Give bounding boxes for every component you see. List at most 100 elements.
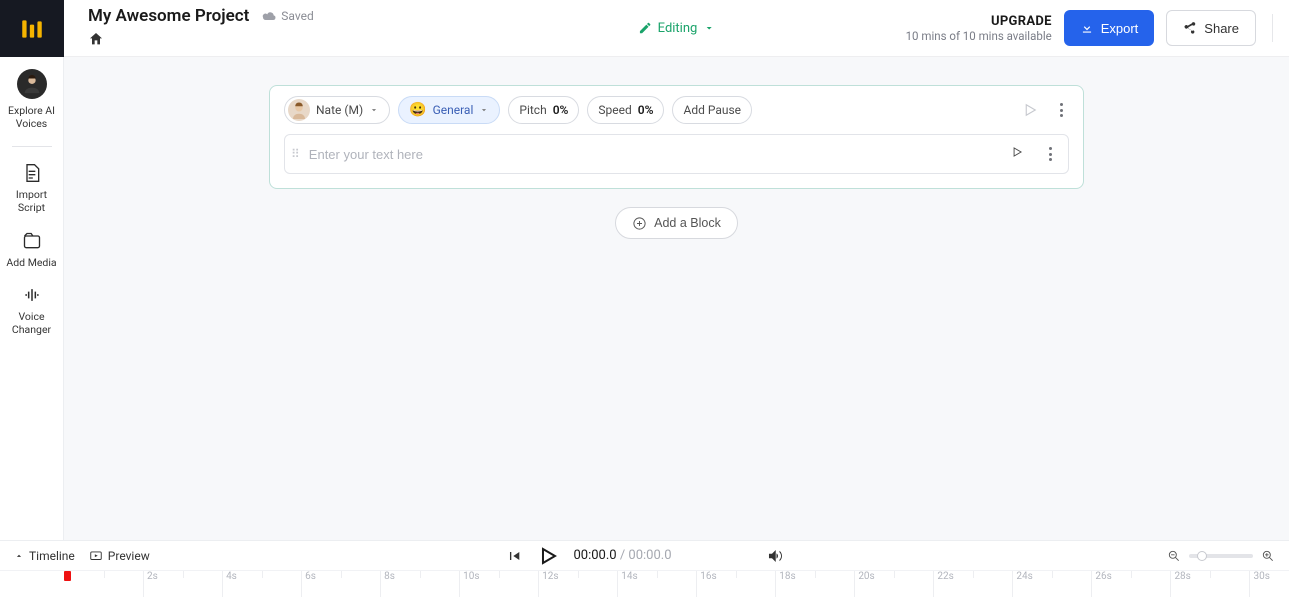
export-label: Export [1101,21,1139,36]
preview-toggle[interactable]: Preview [89,549,150,563]
chevron-down-icon [479,105,489,115]
sidebar-label-explore: Explore AI Voices [4,104,60,130]
ruler-tick: 10s [459,571,479,597]
voice-changer-icon [22,285,42,305]
row-play-button[interactable] [1010,145,1024,163]
ruler-tick: 16s [696,571,716,597]
mode-selector[interactable]: Editing [638,21,716,36]
playhead[interactable] [64,571,71,581]
transport-controls: 00:00.0 / 00:00.0 [505,544,783,568]
add-pause-label: Add Pause [683,103,741,117]
sidebar-item-import[interactable]: Import Script [4,163,60,214]
zoom-controls [1167,549,1275,563]
block-controls: Nate (M) 😀 General Pitch 0% Speed 0% Add… [284,96,1069,124]
block-menu-button[interactable] [1053,101,1069,119]
logo-cell[interactable] [0,0,64,57]
download-icon [1080,21,1094,35]
script-icon [22,163,42,183]
upgrade-title: UPGRADE [906,14,1052,29]
time-display: 00:00.0 / 00:00.0 [573,548,671,563]
ruler-tick: 18s [775,571,795,597]
ruler-tick: 2s [143,571,158,597]
media-icon [22,231,42,251]
ruler-minor-tick [1052,571,1056,578]
ruler-minor-tick [420,571,424,578]
emotion-selector[interactable]: 😀 General [398,96,500,124]
export-button[interactable]: Export [1064,10,1155,46]
sidebar-label-media: Add Media [6,256,56,269]
sidebar: Explore AI Voices Import Script Add Medi… [0,57,64,597]
preview-label: Preview [108,549,150,563]
zoom-thumb[interactable] [1197,551,1207,561]
emoji-icon: 😀 [409,103,426,117]
ruler-minor-tick [973,571,977,578]
add-block-button[interactable]: Add a Block [615,207,738,239]
saved-indicator: Saved [261,9,313,23]
ruler-tick: 8s [380,571,395,597]
ruler-tick: 4s [222,571,237,597]
ruler-tick: 6s [301,571,316,597]
transport-row: Timeline Preview 00:00.0 / 00:00.0 [0,541,1289,571]
add-pause-button[interactable]: Add Pause [672,96,752,124]
time-total: 00:00.0 [628,548,671,563]
sidebar-item-media[interactable]: Add Media [4,231,60,269]
ruler-minor-tick [578,571,582,578]
skip-start-icon[interactable] [505,548,521,564]
pencil-icon [638,21,652,35]
ruler-minor-tick [262,571,266,578]
drag-handle-icon[interactable]: ⠿ [291,147,301,161]
cloud-icon [261,10,277,22]
play-button[interactable] [535,544,559,568]
zoom-out-icon[interactable] [1167,549,1181,563]
voice-selector[interactable]: Nate (M) [284,96,390,124]
ruler-minor-tick [815,571,819,578]
pitch-control[interactable]: Pitch 0% [508,96,579,124]
timeline-ruler[interactable]: 2s4s6s8s10s12s14s16s18s20s22s24s26s28s30… [0,571,1289,597]
header-separator [1272,14,1273,42]
sidebar-item-explore[interactable]: Explore AI Voices [4,69,60,130]
header: My Awesome Project Saved Editing UPGRADE… [64,0,1289,57]
pitch-value: 0% [553,103,569,117]
plus-circle-icon [632,216,647,231]
caret-up-icon [14,551,24,561]
text-row: ⠿ [284,134,1069,174]
ruler-minor-tick [657,571,661,578]
share-button[interactable]: Share [1166,10,1256,46]
zoom-in-icon[interactable] [1261,549,1275,563]
ruler-minor-tick [104,571,108,578]
text-input[interactable] [309,147,1002,162]
ruler-tick: 14s [617,571,637,597]
ruler-minor-tick [1210,571,1214,578]
add-block-label: Add a Block [654,216,721,230]
upgrade-sub: 10 mins of 10 mins available [906,29,1052,43]
ruler-tick: 12s [538,571,558,597]
ruler-minor-tick [499,571,503,578]
voice-avatar [288,99,310,121]
row-menu-button[interactable] [1042,145,1058,163]
chevron-down-icon [703,22,715,34]
ruler-minor-tick [736,571,740,578]
time-current: 00:00.0 [573,548,616,563]
voice-name: Nate (M) [316,103,363,117]
upgrade-info[interactable]: UPGRADE 10 mins of 10 mins available [906,14,1052,43]
app-logo-icon [19,16,45,42]
header-right: UPGRADE 10 mins of 10 mins available Exp… [906,10,1273,46]
sidebar-item-voice-changer[interactable]: Voice Changer [4,285,60,336]
volume-icon[interactable] [766,547,784,565]
home-icon[interactable] [88,31,104,47]
zoom-slider[interactable] [1189,554,1253,558]
share-label: Share [1204,21,1239,36]
speed-control[interactable]: Speed 0% [587,96,664,124]
ruler-minor-tick [894,571,898,578]
user-avatar [17,69,47,99]
voice-block: Nate (M) 😀 General Pitch 0% Speed 0% Add… [269,85,1084,189]
speed-value: 0% [638,103,654,117]
bottom-bar: Timeline Preview 00:00.0 / 00:00.0 2s 4s 6… [0,540,1289,597]
block-play-button[interactable] [1021,101,1039,119]
project-title[interactable]: My Awesome Project [88,6,249,26]
timeline-label: Timeline [29,549,75,563]
timeline-toggle[interactable]: Timeline [14,549,75,563]
editor-canvas: Nate (M) 😀 General Pitch 0% Speed 0% Add… [64,57,1289,540]
sidebar-label-import: Import Script [4,188,60,214]
saved-label: Saved [281,9,313,23]
